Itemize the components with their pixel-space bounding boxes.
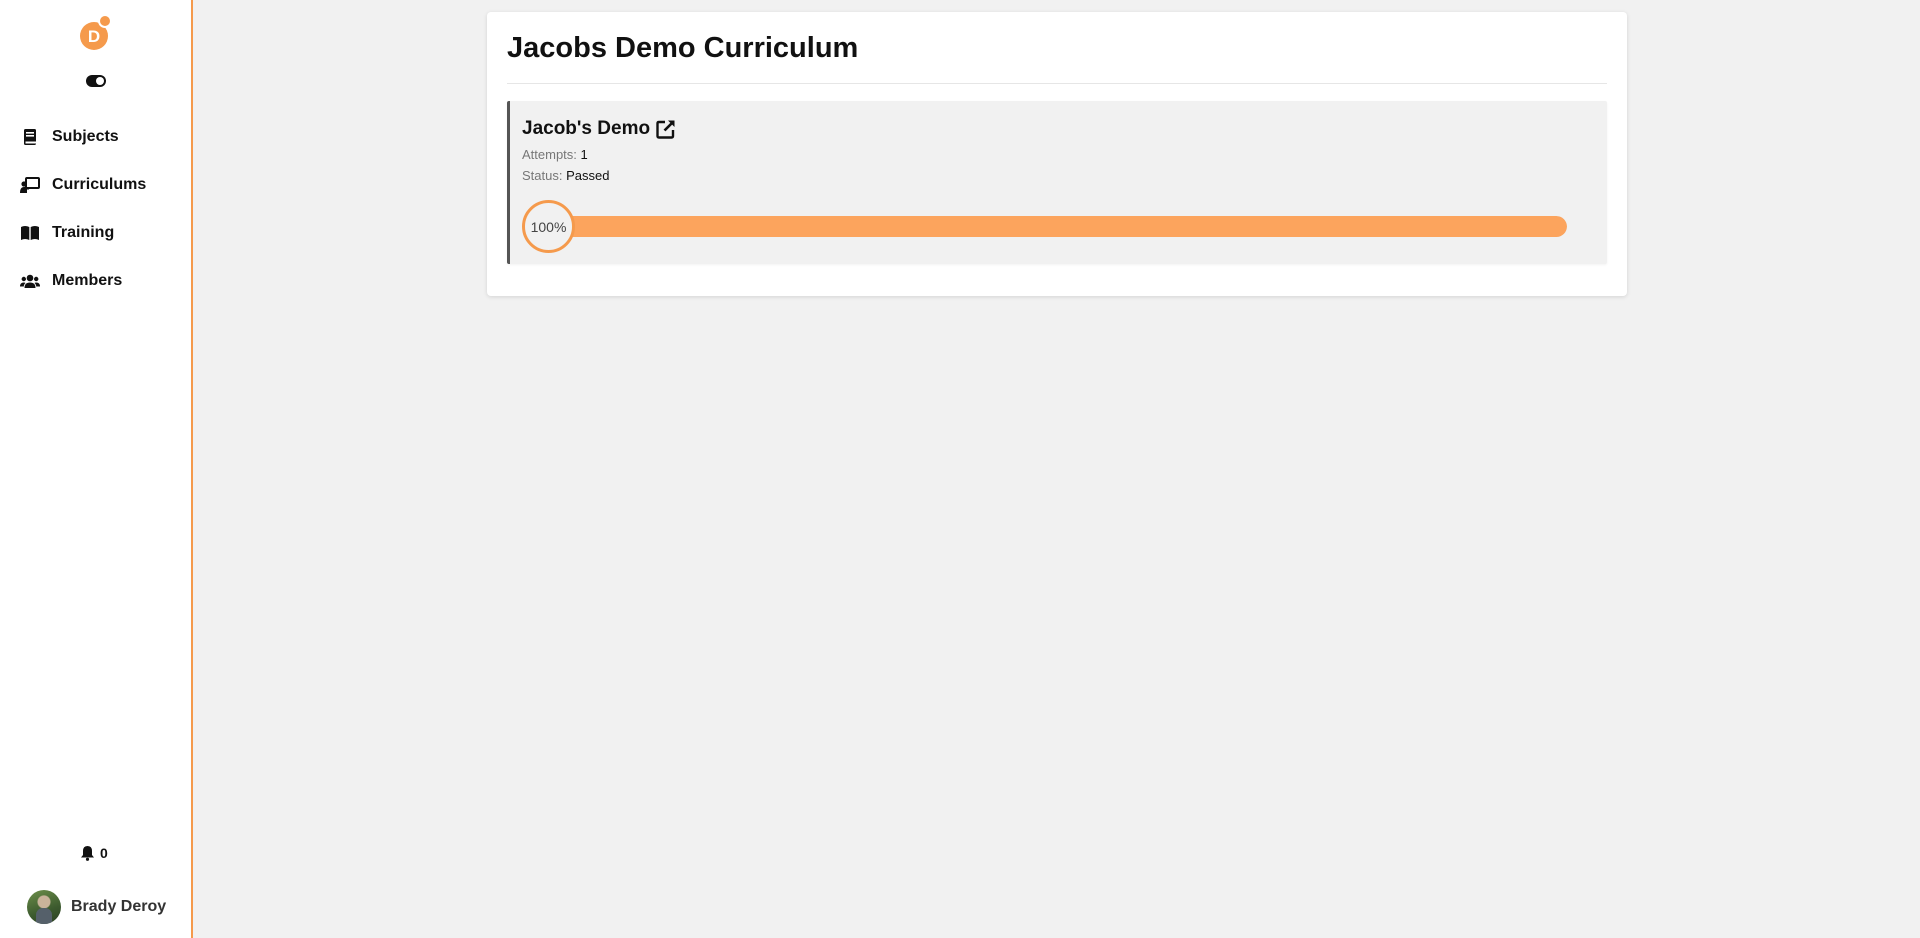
module-card: Jacob's Demo Attempts: 1 Status: Passed … xyxy=(507,101,1607,264)
sidebar-item-label: Training xyxy=(52,224,115,241)
status-value: Passed xyxy=(566,168,610,183)
user-profile[interactable]: Brady Deroy xyxy=(27,890,166,924)
sidebar: D Subjects Curriculums Training Members … xyxy=(0,0,193,938)
external-link-icon[interactable] xyxy=(656,119,676,139)
sidebar-item-curriculums[interactable]: Curriculums xyxy=(0,161,191,209)
attempts-row: Attempts: 1 xyxy=(522,147,588,162)
notification-count: 0 xyxy=(100,845,108,861)
user-name: Brady Deroy xyxy=(71,898,167,915)
sidebar-item-label: Subjects xyxy=(52,128,119,145)
divider xyxy=(507,83,1607,84)
status-row: Status: Passed xyxy=(522,168,609,183)
open-book-icon xyxy=(21,226,39,240)
attempts-value: 1 xyxy=(580,147,588,162)
progress-bar xyxy=(562,216,1567,237)
users-icon xyxy=(20,274,40,288)
progress-fill xyxy=(562,216,1567,237)
status-label: Status: xyxy=(522,168,563,183)
curriculum-card: Jacobs Demo Curriculum Jacob's Demo Atte… xyxy=(487,12,1627,296)
avatar xyxy=(27,890,61,924)
book-icon xyxy=(24,129,36,145)
module-title-link[interactable]: Jacob's Demo xyxy=(522,118,676,140)
logo-letter: D xyxy=(88,27,100,46)
module-title: Jacob's Demo xyxy=(522,118,651,139)
sidebar-item-members[interactable]: Members xyxy=(0,257,191,305)
progress-indicator: 100% xyxy=(522,200,575,253)
bell-icon xyxy=(81,846,94,861)
sidebar-item-subjects[interactable]: Subjects xyxy=(0,113,191,161)
notifications-button[interactable]: 0 xyxy=(80,845,108,861)
page-title: Jacobs Demo Curriculum xyxy=(507,32,859,64)
sidebar-item-training[interactable]: Training xyxy=(0,209,191,257)
attempts-label: Attempts: xyxy=(522,147,577,162)
sidebar-nav: Subjects Curriculums Training Members xyxy=(0,113,191,305)
app-logo[interactable]: D xyxy=(78,15,114,51)
sidebar-item-label: Members xyxy=(52,272,123,289)
theme-toggle[interactable] xyxy=(86,75,106,87)
progress-text: 100% xyxy=(530,218,567,235)
sidebar-item-label: Curriculums xyxy=(52,176,147,193)
chalkboard-teacher-icon xyxy=(20,177,40,193)
